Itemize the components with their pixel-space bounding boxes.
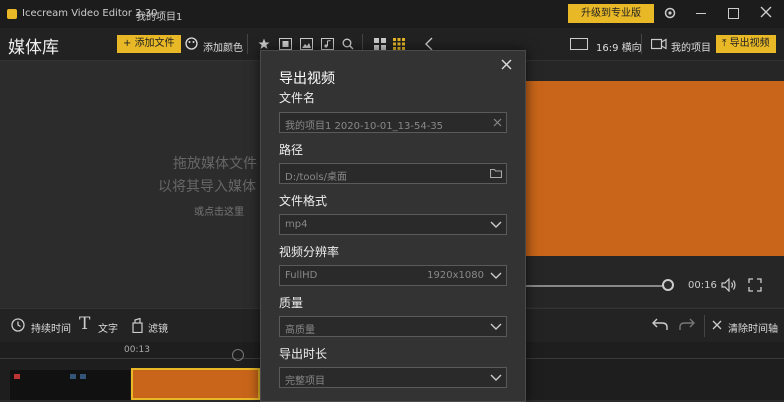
undo-icon[interactable] xyxy=(652,317,668,331)
aspect-ratio-label[interactable]: 16:9 横向 xyxy=(596,39,642,54)
filter-button[interactable]: 滤镜 xyxy=(148,320,168,335)
export-video-dialog: 导出视频 文件名 我的项目1 2020-10-01_13-54-35 路径 D:… xyxy=(260,50,526,402)
clear-input-icon[interactable] xyxy=(493,118,502,127)
chevron-left-icon[interactable] xyxy=(425,37,433,51)
duration-button[interactable]: 持续时间 xyxy=(31,320,71,335)
image-icon[interactable] xyxy=(300,38,313,50)
drop-hint-line1: 拖放媒体文件 xyxy=(173,156,257,172)
title-bar: Icecream Video Editor 2.30 我的项目1 升级到专业版 xyxy=(0,0,784,28)
click-here-link[interactable]: 或点击这里 xyxy=(194,203,244,218)
format-select[interactable]: mp4 xyxy=(279,214,507,235)
resolution-label: 视频分辨率 xyxy=(279,245,340,259)
thumb-dot xyxy=(70,374,76,379)
project-title: 我的项目1 xyxy=(136,12,183,23)
format-value: mp4 xyxy=(285,219,308,230)
playback-time: 00:16 xyxy=(688,280,717,291)
thumb-dot xyxy=(14,374,20,379)
text-button[interactable]: 文字 xyxy=(98,320,118,335)
gear-icon[interactable] xyxy=(663,6,677,20)
export-video-label: 导出视频 xyxy=(729,38,770,49)
seek-handle[interactable] xyxy=(662,279,674,291)
timeline-tick-label: 00:13 xyxy=(124,345,150,355)
resolution-value: FullHD xyxy=(285,270,318,281)
app-logo-icon xyxy=(7,9,17,19)
clear-x-icon[interactable] xyxy=(712,320,722,330)
format-label: 文件格式 xyxy=(279,194,328,208)
timeline-clip-thumbnail[interactable] xyxy=(10,370,130,400)
export-duration-label: 导出时长 xyxy=(279,347,328,361)
filename-input[interactable]: 我的项目1 2020-10-01_13-54-35 xyxy=(279,112,507,133)
quality-select[interactable]: 高质量 xyxy=(279,316,507,337)
toolbar-divider xyxy=(641,34,642,54)
add-file-label: 添加文件 xyxy=(134,38,175,49)
export-video-button[interactable]: ⤒ 导出视频 xyxy=(716,35,776,53)
text-icon[interactable]: T xyxy=(79,314,90,334)
filter-icon[interactable] xyxy=(132,318,143,333)
grid-small-icon[interactable] xyxy=(393,38,405,50)
timeline-color-clip[interactable] xyxy=(131,368,260,400)
resolution-detail: 1920x1080 xyxy=(427,270,484,281)
chevron-down-icon[interactable] xyxy=(490,374,502,382)
fullscreen-icon[interactable] xyxy=(748,278,762,292)
clock-icon[interactable] xyxy=(11,318,25,332)
video-preview[interactable] xyxy=(522,81,784,256)
toolbar-divider xyxy=(247,34,248,54)
dialog-close-icon[interactable] xyxy=(501,59,512,70)
chevron-down-icon[interactable] xyxy=(490,323,502,331)
dialog-title: 导出视频 xyxy=(279,71,335,87)
camera-icon[interactable] xyxy=(651,37,667,50)
path-input[interactable]: D:/tools/桌面 xyxy=(279,163,507,184)
chevron-down-icon[interactable] xyxy=(490,272,502,280)
folder-icon[interactable] xyxy=(490,168,502,178)
quality-value: 高质量 xyxy=(285,325,315,336)
search-icon[interactable] xyxy=(342,38,354,50)
grid-large-icon[interactable] xyxy=(374,38,386,50)
aspect-ratio-icon[interactable] xyxy=(570,38,588,50)
add-file-button[interactable]: + 添加文件 xyxy=(117,35,181,53)
filename-label: 文件名 xyxy=(279,91,316,105)
minimize-icon[interactable] xyxy=(696,13,706,14)
export-duration-value: 完整项目 xyxy=(285,376,325,387)
resolution-select[interactable]: FullHD 1920x1080 xyxy=(279,265,507,286)
film-icon[interactable] xyxy=(279,38,292,50)
volume-icon[interactable] xyxy=(721,278,737,292)
drop-hint-line2: 以将其导入媒体 xyxy=(158,179,256,195)
playhead-handle[interactable] xyxy=(232,349,244,361)
chevron-down-icon[interactable] xyxy=(490,221,502,229)
library-title: 媒体库 xyxy=(8,38,59,58)
palette-icon[interactable] xyxy=(185,37,198,50)
path-value: D:/tools/桌面 xyxy=(285,172,347,183)
my-projects-button[interactable]: 我的项目 xyxy=(671,39,711,54)
upgrade-button[interactable]: 升级到专业版 xyxy=(568,4,654,23)
close-icon[interactable] xyxy=(760,6,772,18)
add-color-button[interactable]: 添加颜色 xyxy=(203,39,243,54)
tools-divider xyxy=(704,315,705,337)
export-duration-select[interactable]: 完整项目 xyxy=(279,367,507,388)
filename-value: 我的项目1 2020-10-01_13-54-35 xyxy=(285,121,444,132)
redo-icon[interactable] xyxy=(679,317,695,331)
seek-bar[interactable] xyxy=(524,285,666,287)
thumb-dot xyxy=(80,374,86,379)
music-icon[interactable] xyxy=(321,38,334,50)
path-label: 路径 xyxy=(279,143,304,157)
maximize-icon[interactable] xyxy=(728,8,739,19)
star-icon[interactable] xyxy=(258,38,270,50)
clear-timeline-button[interactable]: 清除时间轴 xyxy=(728,320,778,335)
quality-label: 质量 xyxy=(279,296,304,310)
